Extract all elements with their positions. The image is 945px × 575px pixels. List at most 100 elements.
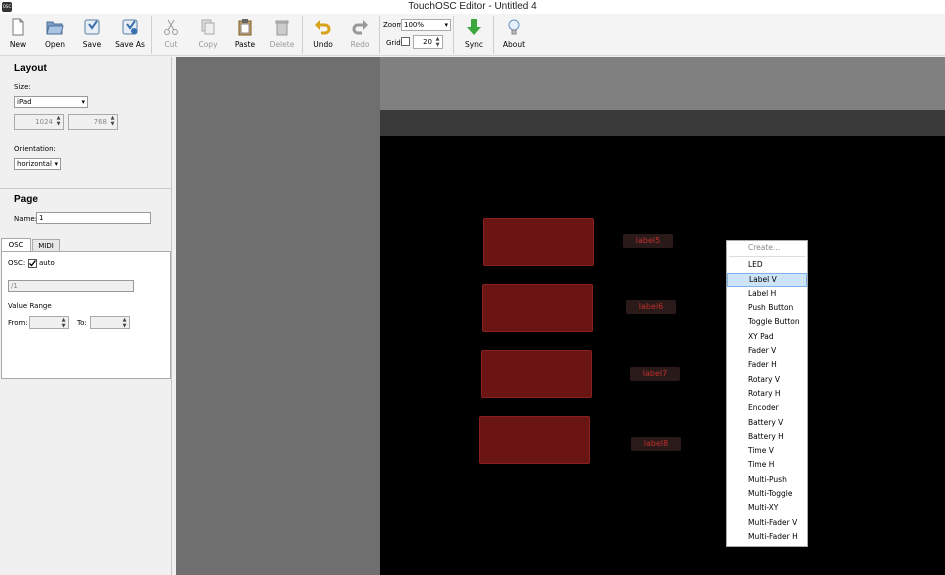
menu-header: Create... [748, 243, 781, 252]
scissors-icon [164, 19, 178, 35]
orientation-select[interactable]: horizontal ▾ [14, 158, 61, 170]
to-label: To: [77, 319, 87, 327]
create-context-menu: Create... LED Label V Label H Push Butto… [726, 240, 808, 547]
to-spinner[interactable]: ▲ ▼ [90, 316, 130, 329]
menu-item-multi-toggle[interactable]: Multi-Toggle [727, 487, 807, 501]
size-select[interactable]: iPad ▾ [14, 96, 88, 108]
open-folder-icon [46, 21, 64, 35]
undo-arrow-icon [315, 20, 331, 35]
width-spinner[interactable]: 1024 ▲ ▼ [14, 114, 64, 130]
from-label: From: [8, 319, 28, 327]
zoom-grid-group: Zoom 100% ▾ Grid 20 ▲ ▼ [381, 18, 451, 52]
size-label: Size: [14, 83, 31, 91]
checkmark-icon [29, 260, 37, 267]
menu-item-label-h[interactable]: Label H [727, 287, 807, 301]
toolbar-separator [302, 16, 303, 54]
tab-osc[interactable]: OSC [1, 238, 31, 252]
lightbulb-icon [508, 19, 520, 35]
label-control[interactable]: label5 [623, 234, 673, 248]
osc-label: OSC: [8, 259, 26, 267]
menu-item-time-h[interactable]: Time H [727, 458, 807, 472]
save-icon [84, 19, 100, 35]
orientation-label: Orientation: [14, 145, 56, 153]
menu-item-multi-fader-v[interactable]: Multi-Fader V [727, 516, 807, 530]
label-control[interactable]: label6 [626, 300, 676, 314]
chevron-down-icon: ▾ [54, 160, 58, 168]
chevron-down-icon: ▾ [81, 98, 85, 106]
from-spinner[interactable]: ▲ ▼ [29, 316, 69, 329]
undo-button[interactable]: Undo [306, 18, 340, 54]
height-spinner[interactable]: 768 ▲ ▼ [68, 114, 118, 130]
save-button[interactable]: Save [75, 18, 109, 54]
toolbar-separator [379, 16, 380, 54]
push-button-control[interactable] [482, 284, 593, 332]
auto-checkbox[interactable] [28, 259, 37, 268]
sync-arrow-icon [467, 19, 481, 35]
menu-item-toggle-button[interactable]: Toggle Button [727, 315, 807, 329]
menu-item-battery-v[interactable]: Battery V [727, 416, 807, 430]
menu-item-time-v[interactable]: Time V [727, 444, 807, 458]
divider [0, 188, 172, 189]
name-label: Name: [14, 215, 38, 223]
menu-item-multi-fader-h[interactable]: Multi-Fader H [727, 530, 807, 544]
new-file-icon [12, 18, 24, 36]
spinner-arrows-icon[interactable]: ▲ ▼ [434, 36, 441, 48]
save-as-icon [122, 19, 138, 35]
push-button-control[interactable] [481, 350, 592, 398]
spinner-arrows-icon[interactable]: ▲ ▼ [109, 115, 116, 129]
paste-button[interactable]: Paste [228, 18, 262, 54]
menu-item-label-v[interactable]: Label V [727, 272, 807, 287]
new-button[interactable]: New [1, 18, 35, 54]
value-range-label: Value Range [8, 302, 52, 310]
auto-label: auto [39, 259, 55, 267]
title-bar: OSC TouchOSC Editor - Untitled 4 [0, 0, 945, 14]
menu-item-multi-push[interactable]: Multi-Push [727, 473, 807, 487]
label-control[interactable]: label8 [631, 437, 681, 451]
zoom-select[interactable]: 100% ▾ [401, 19, 451, 31]
device-tab-bar [380, 110, 945, 136]
device-canvas[interactable] [380, 110, 945, 575]
copy-icon [201, 19, 215, 35]
menu-item-multi-xy[interactable]: Multi-XY [727, 501, 807, 515]
menu-item-led[interactable]: LED [727, 258, 807, 272]
menu-item-battery-h[interactable]: Battery H [727, 430, 807, 444]
redo-button[interactable]: Redo [343, 18, 377, 54]
clipboard-icon [238, 19, 252, 36]
toolbar: New Open Save Save As Cut Copy Paste Del… [0, 14, 945, 56]
redo-arrow-icon [352, 20, 368, 35]
about-button[interactable]: About [497, 18, 531, 54]
grid-size-spinner[interactable]: 20 ▲ ▼ [413, 35, 443, 49]
toolbar-separator [151, 16, 152, 54]
spinner-arrows-icon[interactable]: ▲ ▼ [60, 317, 67, 329]
page-name-input[interactable]: 1 [36, 212, 151, 224]
canvas-margin [176, 57, 380, 575]
grid-checkbox[interactable] [401, 37, 410, 46]
open-button[interactable]: Open [38, 18, 72, 54]
window-title: TouchOSC Editor - Untitled 4 [408, 1, 537, 12]
cut-button[interactable]: Cut [154, 18, 188, 54]
toolbar-separator [453, 16, 454, 54]
push-button-control[interactable] [483, 218, 594, 266]
osc-tab-pane: OSC: auto /1 Value Range From: ▲ ▼ To: ▲ ▼ [1, 251, 171, 379]
grid-label: Grid [386, 39, 401, 47]
menu-item-fader-v[interactable]: Fader V [727, 344, 807, 358]
trash-icon [275, 20, 289, 36]
page-heading: Page [14, 194, 38, 205]
menu-item-rotary-v[interactable]: Rotary V [727, 373, 807, 387]
menu-separator [729, 256, 805, 258]
sync-button[interactable]: Sync [457, 18, 491, 54]
menu-item-xy-pad[interactable]: XY Pad [727, 330, 807, 344]
menu-item-fader-h[interactable]: Fader H [727, 358, 807, 372]
copy-button[interactable]: Copy [191, 18, 225, 54]
delete-button[interactable]: Delete [265, 18, 299, 54]
menu-item-push-button[interactable]: Push Button [727, 301, 807, 315]
save-as-button[interactable]: Save As [112, 18, 148, 54]
spinner-arrows-icon[interactable]: ▲ ▼ [121, 317, 128, 329]
menu-item-encoder[interactable]: Encoder [727, 401, 807, 415]
push-button-control[interactable] [479, 416, 590, 464]
osc-path-input[interactable]: /1 [8, 280, 134, 292]
spinner-arrows-icon[interactable]: ▲ ▼ [55, 115, 62, 129]
menu-item-rotary-h[interactable]: Rotary H [727, 387, 807, 401]
label-control[interactable]: label7 [630, 367, 680, 381]
layout-heading: Layout [14, 63, 47, 74]
